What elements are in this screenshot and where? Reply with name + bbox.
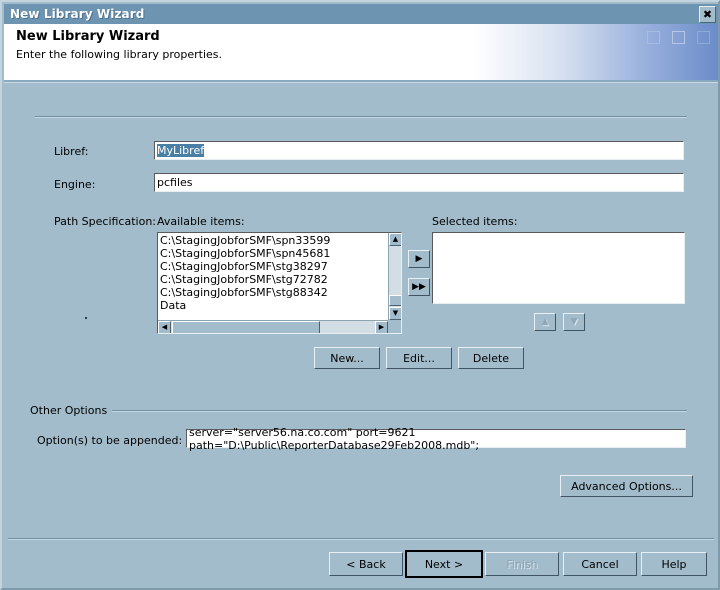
available-items-list: C:\StagingJobforSMF\spn33599 C:\StagingJo… [159,234,387,312]
list-item[interactable]: C:\StagingJobforSMF\stg72782 [159,273,387,286]
next-button[interactable]: Next > [405,550,483,578]
back-button[interactable]: < Back [329,552,403,576]
new-path-button-label: New... [330,351,364,365]
delete-path-button-label: Delete [472,351,510,365]
finish-button[interactable]: Finish [485,552,559,576]
advanced-options-button[interactable]: Advanced Options... [560,475,693,497]
wizard-header: New Library Wizard Enter the following l… [4,24,718,80]
engine-label: Engine: [54,178,96,191]
scroll-up-icon[interactable]: ▲ [389,233,401,246]
add-all-items-button[interactable]: ▶▶ [408,278,430,296]
move-up-button[interactable]: ▲ [534,313,556,331]
edit-path-button[interactable]: Edit... [386,347,452,369]
header-square-1 [647,31,660,44]
engine-input-value: pcfiles [157,176,193,189]
options-to-append-input[interactable]: server="server56.na.co.com" port=9621 pa… [186,426,686,452]
scrollbar-corner [388,320,401,333]
list-item[interactable]: C:\StagingJobforSMF\stg88342 [159,286,387,299]
vertical-scroll-thumb[interactable] [389,295,401,306]
header-title: New Library Wizard [16,29,160,44]
new-path-button[interactable]: New... [314,347,380,369]
list-item[interactable]: C:\StagingJobforSMF\spn33599 [159,234,387,247]
available-items-listbox[interactable]: C:\StagingJobforSMF\spn33599 C:\StagingJo… [157,232,402,334]
options-to-append-label: Option(s) to be appended: [37,434,183,447]
options-to-append-value: server="server56.na.co.com" port=9621 pa… [189,425,480,452]
help-button-label: Help [661,557,687,571]
available-items-horizontal-scrollbar[interactable]: ◀ ▶ [158,320,388,333]
header-divider [4,80,718,83]
selected-items-label: Selected items: [432,215,518,228]
help-button[interactable]: Help [641,552,707,576]
header-square-3 [697,31,710,44]
move-down-button[interactable]: ▼ [563,313,585,331]
cancel-button[interactable]: Cancel [563,552,637,576]
list-item[interactable]: C:\StagingJobforSMF\stg38297 [159,260,387,273]
list-item[interactable]: C:\StagingJobforSMF\spn45681 [159,247,387,260]
scroll-right-icon[interactable]: ▶ [375,321,388,333]
next-button-label: Next > [424,557,464,571]
header-subtitle: Enter the following library properties. [16,48,223,61]
cancel-button-label: Cancel [581,557,619,571]
list-item[interactable]: Data [159,299,387,312]
libref-input[interactable]: MyLibref [154,141,684,160]
other-options-group-line [112,410,687,412]
title-bar: New Library Wizard ✖ [4,4,718,24]
libref-input-value: MyLibref [157,144,205,157]
available-items-label: Available items: [157,215,245,228]
add-all-arrow-icon: ▶▶ [412,281,426,292]
engine-input[interactable]: pcfiles [154,173,684,192]
add-item-button[interactable]: ▶ [408,250,430,268]
finish-button-label: Finish [506,557,538,571]
add-arrow-icon: ▶ [415,253,423,264]
libref-label: Libref: [54,145,89,158]
header-square-2 [672,31,685,44]
stray-dot [85,317,87,319]
top-separator [35,116,687,118]
new-library-wizard-dialog: New Library Wizard ✖ New Library Wizard … [0,0,720,590]
scroll-left-icon[interactable]: ◀ [158,321,171,333]
horizontal-scroll-thumb[interactable] [172,321,320,333]
delete-path-button[interactable]: Delete [458,347,524,369]
back-button-label: < Back [346,557,386,571]
window-title: New Library Wizard [10,7,145,21]
other-options-group-title: Other Options [27,404,111,417]
close-icon[interactable]: ✖ [699,5,716,23]
selected-items-listbox[interactable] [432,232,685,304]
scroll-down-icon[interactable]: ▼ [389,307,401,320]
move-up-arrow-icon: ▲ [541,316,549,327]
advanced-options-button-label: Advanced Options... [571,479,682,493]
header-decoration-squares [647,31,710,44]
footer-separator [8,538,714,540]
move-down-arrow-icon: ▼ [570,316,578,327]
edit-path-button-label: Edit... [403,351,435,365]
available-items-vertical-scrollbar[interactable]: ▲ ▼ [388,233,401,320]
path-specification-label: Path Specification: [54,215,156,228]
